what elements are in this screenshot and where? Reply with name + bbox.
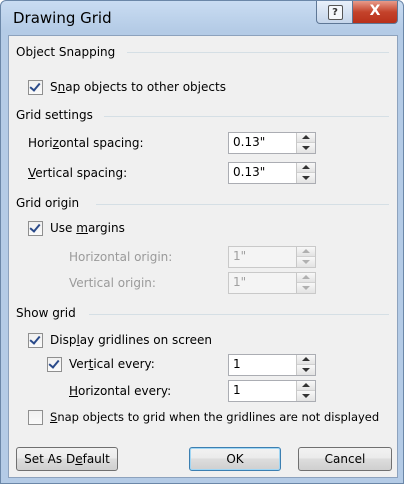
dialog-title: Drawing Grid — [13, 9, 112, 27]
horizontal-origin-spinner: 1" — [228, 246, 316, 268]
vertical-spacing-spinner[interactable]: 0.13" — [228, 162, 316, 184]
spin-down-icon — [297, 257, 315, 267]
spin-up-icon[interactable] — [297, 163, 315, 173]
display-gridlines-checkbox[interactable] — [28, 333, 43, 348]
horizontal-origin-value: 1" — [233, 249, 247, 263]
close-icon: X — [369, 3, 381, 19]
spin-up-icon[interactable] — [297, 355, 315, 365]
horizontal-origin-label: Horizontal origin: — [69, 250, 173, 264]
divider — [104, 116, 389, 117]
snap-objects-label[interactable]: Snap objects to other objects — [50, 80, 226, 94]
horizontal-every-label: Horizontal every: — [69, 384, 172, 398]
vertical-every-spinner[interactable]: 1 — [228, 354, 316, 376]
show-grid-header: Show grid — [16, 306, 76, 320]
snap-to-grid-checkbox[interactable] — [28, 410, 43, 425]
title-bar[interactable]: Drawing Grid ? X — [1, 1, 403, 35]
spin-down-icon[interactable] — [297, 365, 315, 375]
ok-button[interactable]: OK — [189, 447, 281, 471]
help-button[interactable]: ? — [316, 1, 354, 24]
spin-up-icon[interactable] — [297, 381, 315, 391]
spin-down-icon — [297, 283, 315, 293]
horizontal-every-spinner[interactable]: 1 — [228, 380, 316, 402]
drawing-grid-dialog: Drawing Grid ? X Object Snapping Snap ob… — [0, 0, 404, 484]
set-as-default-button[interactable]: Set As Default — [16, 447, 118, 471]
horizontal-spacing-value[interactable]: 0.13" — [233, 135, 265, 149]
vertical-origin-value: 1" — [233, 275, 247, 289]
spin-down-icon[interactable] — [297, 173, 315, 183]
snap-objects-checkbox[interactable] — [28, 80, 43, 95]
help-icon: ? — [327, 5, 343, 20]
vertical-spacing-value[interactable]: 0.13" — [233, 165, 265, 179]
vertical-origin-label: Vertical origin: — [69, 276, 156, 290]
use-margins-checkbox[interactable] — [28, 221, 43, 236]
vertical-origin-spinner: 1" — [228, 272, 316, 294]
horizontal-spacing-spinner[interactable]: 0.13" — [228, 132, 316, 154]
grid-origin-header: Grid origin — [16, 196, 80, 210]
vertical-every-label[interactable]: Vertical every: — [69, 357, 155, 371]
divider — [89, 314, 389, 315]
horizontal-spacing-label: Horizontal spacing: — [28, 136, 144, 150]
vertical-every-checkbox[interactable] — [47, 357, 62, 372]
snap-to-grid-label[interactable]: Snap objects to grid when the gridlines … — [50, 410, 379, 424]
spin-up-icon — [297, 273, 315, 283]
divider — [127, 52, 389, 53]
use-margins-label[interactable]: Use margins — [50, 221, 125, 235]
display-gridlines-label[interactable]: Display gridlines on screen — [50, 333, 212, 347]
vertical-spacing-label: Vertical spacing: — [28, 166, 128, 180]
cancel-button[interactable]: Cancel — [298, 447, 392, 471]
vertical-every-value[interactable]: 1 — [233, 357, 241, 371]
spin-up-icon — [297, 247, 315, 257]
spin-up-icon[interactable] — [297, 133, 315, 143]
spin-down-icon[interactable] — [297, 143, 315, 153]
horizontal-every-value[interactable]: 1 — [233, 383, 241, 397]
grid-settings-header: Grid settings — [16, 108, 93, 122]
spin-down-icon[interactable] — [297, 391, 315, 401]
close-button[interactable]: X — [352, 1, 398, 24]
object-snapping-header: Object Snapping — [16, 45, 116, 59]
dialog-body: Object Snapping Snap objects to other ob… — [8, 35, 398, 478]
divider — [96, 204, 389, 205]
